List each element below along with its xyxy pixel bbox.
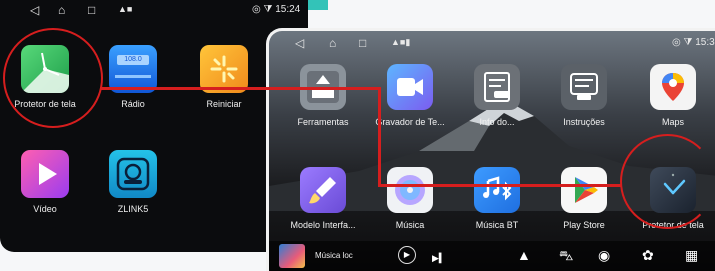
app-label: Info do... [479, 117, 515, 127]
app-ferramentas[interactable]: Ferramentas [279, 64, 367, 127]
home-icon[interactable]: ⌂ [58, 3, 65, 17]
back-icon[interactable]: ◁ [30, 3, 39, 17]
app-label: Protetor de tela [642, 220, 704, 230]
next-track-icon[interactable]: ▶▍ [432, 250, 446, 266]
app-maps[interactable]: Maps [629, 64, 715, 127]
recent-apps-icon[interactable]: □ [359, 36, 366, 50]
music-icon[interactable]: ◉ [598, 247, 610, 263]
recent-apps-icon[interactable]: □ [88, 3, 95, 17]
status-time: ◎ ⧩ 15:3 [672, 37, 715, 48]
car-info-icon [474, 64, 520, 110]
restart-icon [200, 45, 248, 93]
maps-icon [650, 64, 696, 110]
app-modelo-interface[interactable]: Modelo Interfa... [279, 167, 367, 230]
left-screen: ◁ ⌂ □ ▲■ ◎ ⧩ 15:24 Protetor de tela 108.… [0, 0, 308, 252]
app-label: Maps [661, 117, 684, 127]
navigation-icon[interactable]: ▲ [517, 247, 531, 263]
bluetooth-music-icon [474, 167, 520, 213]
music-disc-icon [387, 167, 433, 213]
app-protetor-de-tela-right[interactable]: Protetor de tela [629, 167, 715, 230]
app-label: Música BT [475, 220, 519, 230]
play-button[interactable]: ▶ [398, 246, 416, 264]
app-musica-bt[interactable]: Música BT [453, 167, 541, 230]
app-play-store[interactable]: Play Store [540, 167, 628, 230]
video-play-icon [21, 150, 69, 198]
car-icon[interactable]: ⛍ [559, 247, 573, 263]
app-label: ZLINK5 [117, 204, 149, 214]
clock-icon [650, 167, 696, 213]
app-label: Instruções [563, 117, 605, 127]
app-instrucoes[interactable]: Instruções [540, 64, 628, 127]
radio-frequency: 108.0 [117, 55, 149, 65]
app-reiniciar[interactable]: Reiniciar [184, 45, 264, 109]
album-art[interactable] [279, 244, 305, 268]
instructions-icon [561, 64, 607, 110]
left-status-bar: ◁ ⌂ □ ▲■ ◎ ⧩ 15:24 [0, 0, 308, 20]
back-icon[interactable]: ◁ [295, 36, 304, 50]
play-store-icon [561, 167, 607, 213]
radio-icon: 108.0 [109, 45, 157, 93]
app-label: Reiniciar [206, 99, 242, 109]
screen-recorder-icon [387, 64, 433, 110]
home-icon[interactable]: ⌂ [329, 36, 336, 50]
app-radio[interactable]: 108.0 Rádio [93, 45, 173, 109]
app-label: Play Store [563, 220, 605, 230]
app-info-do-carro[interactable]: Info do... [453, 64, 541, 127]
bottom-dock: Música loc ▶ ▶▍ ▲ ⛍ ◉ ✿ ▦ [269, 241, 715, 271]
app-zlink5[interactable]: ZLINK5 [93, 150, 173, 214]
app-label: Ferramentas [297, 117, 349, 127]
app-label: Gravador de Te... [375, 117, 445, 127]
status-time: ◎ ⧩ 15:24 [252, 4, 301, 15]
settings-icon[interactable]: ✿ [642, 247, 654, 263]
app-video[interactable]: Vídeo [5, 150, 85, 214]
app-label: Modelo Interfa... [290, 220, 356, 230]
app-musica[interactable]: Música [366, 167, 454, 230]
app-gravador[interactable]: Gravador de Te... [366, 64, 454, 127]
right-status-bar: ◁ ⌂ □ ▲■▮ ◎ ⧩ 15:3 [269, 33, 715, 53]
app-label: Música [395, 220, 425, 230]
app-label: Protetor de tela [14, 99, 76, 109]
theme-brush-icon [300, 167, 346, 213]
app-protetor-de-tela[interactable]: Protetor de tela [5, 45, 85, 109]
zlink-car-icon [109, 150, 157, 198]
apps-grid-icon[interactable]: ▦ [685, 247, 698, 263]
now-playing-title[interactable]: Música loc [315, 251, 353, 260]
app-label: Vídeo [33, 204, 57, 214]
tools-tray-icon [300, 64, 346, 110]
clock-icon [21, 45, 69, 93]
app-label: Rádio [121, 99, 145, 109]
notification-icons: ▲■ [118, 4, 133, 14]
notification-icons: ▲■▮ [391, 37, 411, 47]
right-screen: ◁ ⌂ □ ▲■▮ ◎ ⧩ 15:3 Ferramentas Gravador … [266, 28, 715, 271]
